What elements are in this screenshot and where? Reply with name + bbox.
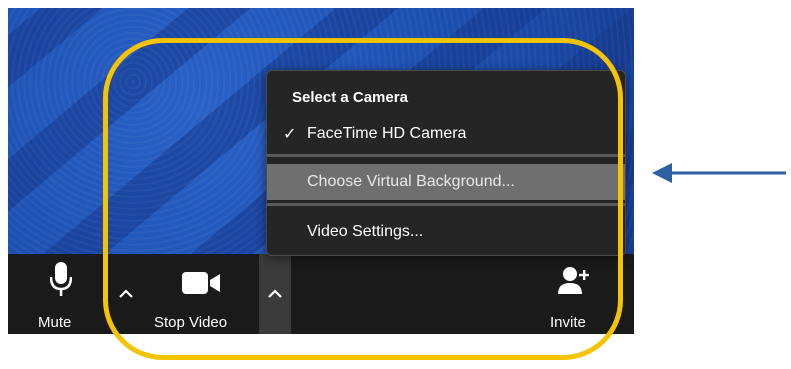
menu-item-video-settings[interactable]: Video Settings... bbox=[267, 214, 625, 250]
select-camera-menu: Select a Camera ✓ FaceTime HD Camera Cho… bbox=[266, 70, 626, 256]
microphone-icon bbox=[49, 262, 73, 303]
checkmark-icon: ✓ bbox=[283, 126, 297, 143]
video-camera-icon bbox=[182, 272, 222, 299]
stop-video-button[interactable]: Stop Video bbox=[148, 254, 258, 334]
invite-button[interactable]: Invite bbox=[538, 254, 608, 334]
menu-separator bbox=[267, 203, 625, 206]
caret-up-icon bbox=[267, 285, 283, 303]
invite-label: Invite bbox=[550, 314, 586, 331]
audio-options-button[interactable] bbox=[110, 254, 142, 334]
menu-heading: Select a Camera bbox=[292, 89, 408, 106]
menu-separator bbox=[267, 154, 625, 157]
menu-item-choose-virtual-background[interactable]: Choose Virtual Background... bbox=[267, 164, 625, 200]
mute-button[interactable]: Mute bbox=[26, 254, 96, 334]
menu-item-facetime-camera[interactable]: ✓ FaceTime HD Camera bbox=[267, 116, 625, 152]
meeting-toolbar: Mute Stop Video Invite bbox=[8, 254, 634, 334]
left-arrow-icon bbox=[652, 158, 787, 193]
video-options-button[interactable] bbox=[259, 254, 291, 334]
caret-up-icon bbox=[118, 285, 134, 303]
add-person-icon bbox=[558, 266, 590, 301]
stop-video-label: Stop Video bbox=[154, 314, 228, 331]
menu-item-label: FaceTime HD Camera bbox=[307, 125, 467, 142]
menu-item-label: Choose Virtual Background... bbox=[307, 173, 515, 190]
menu-item-label: Video Settings... bbox=[307, 223, 424, 240]
zoom-meeting-window: Mute Stop Video Invite Select a Camera ✓… bbox=[8, 8, 634, 334]
mute-label: Mute bbox=[38, 314, 72, 331]
